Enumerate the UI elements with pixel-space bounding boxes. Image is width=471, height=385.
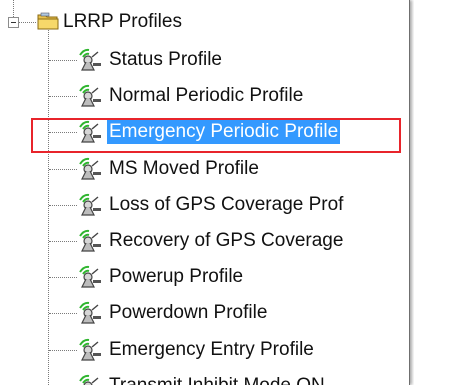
tree-node-label: Emergency Entry Profile xyxy=(109,339,314,360)
tree-node-profile[interactable]: MS Moved Profile xyxy=(77,154,261,184)
gps-antenna-icon xyxy=(79,229,101,252)
tree-node-label: Powerup Profile xyxy=(109,266,244,287)
tree-node-profile[interactable]: Powerdown Profile xyxy=(77,298,269,328)
tree-node-profile[interactable]: Normal Periodic Profile xyxy=(77,81,305,111)
right-pane xyxy=(414,0,471,385)
gps-antenna-icon xyxy=(79,193,101,216)
tree-node-label: Powerdown Profile xyxy=(109,302,268,323)
tree-node-label: Recovery of GPS Coverage xyxy=(109,230,344,251)
gps-antenna-icon xyxy=(79,48,101,71)
tree-node-label: MS Moved Profile xyxy=(109,158,259,179)
tree-line xyxy=(49,241,77,242)
gps-antenna-icon xyxy=(79,157,101,180)
tree-node-profile[interactable]: Loss of GPS Coverage Prof xyxy=(77,190,345,220)
gps-antenna-icon xyxy=(79,338,101,361)
tree-node-profile[interactable]: Powerup Profile xyxy=(77,262,245,292)
folder-icon xyxy=(37,12,59,30)
tree-node-label: Loss of GPS Coverage Prof xyxy=(109,194,344,215)
collapse-toggle[interactable] xyxy=(8,17,19,28)
tree-node-profile[interactable]: Status Profile xyxy=(77,45,224,75)
tree-line xyxy=(49,313,77,314)
tree-node-profile[interactable]: Recovery of GPS Coverage xyxy=(77,226,345,256)
tree-node-profile[interactable]: Emergency Entry Profile xyxy=(77,335,316,365)
tree-node-lrrp-profiles[interactable]: LRRP Profiles xyxy=(61,7,184,37)
tree-node-label: Transmit Inhibit Mode ON xyxy=(107,374,327,385)
tree-node-label: Status Profile xyxy=(109,49,222,70)
gps-antenna-icon xyxy=(79,374,99,385)
gps-antenna-icon xyxy=(79,265,101,288)
tree-node-label: LRRP Profiles xyxy=(63,11,182,32)
tree-line xyxy=(49,60,77,61)
tree-panel: LRRP Profiles Status Profile Normal Perio… xyxy=(0,0,410,385)
tree-line xyxy=(19,22,36,23)
tree-line xyxy=(49,205,77,206)
annotation-highlight-box xyxy=(31,118,401,153)
tree-line xyxy=(49,96,77,97)
gps-antenna-icon xyxy=(79,84,101,107)
tree-line xyxy=(48,30,49,385)
tree-line xyxy=(49,350,77,351)
tree-node-profile[interactable]: Transmit Inhibit Mode ON xyxy=(77,371,327,385)
tree-line xyxy=(13,0,14,17)
profile-tree: LRRP Profiles Status Profile Normal Perio… xyxy=(0,0,409,385)
gps-antenna-icon xyxy=(79,301,101,324)
tree-line xyxy=(49,277,77,278)
tree-line xyxy=(49,169,77,170)
tree-node-label: Normal Periodic Profile xyxy=(109,85,304,106)
